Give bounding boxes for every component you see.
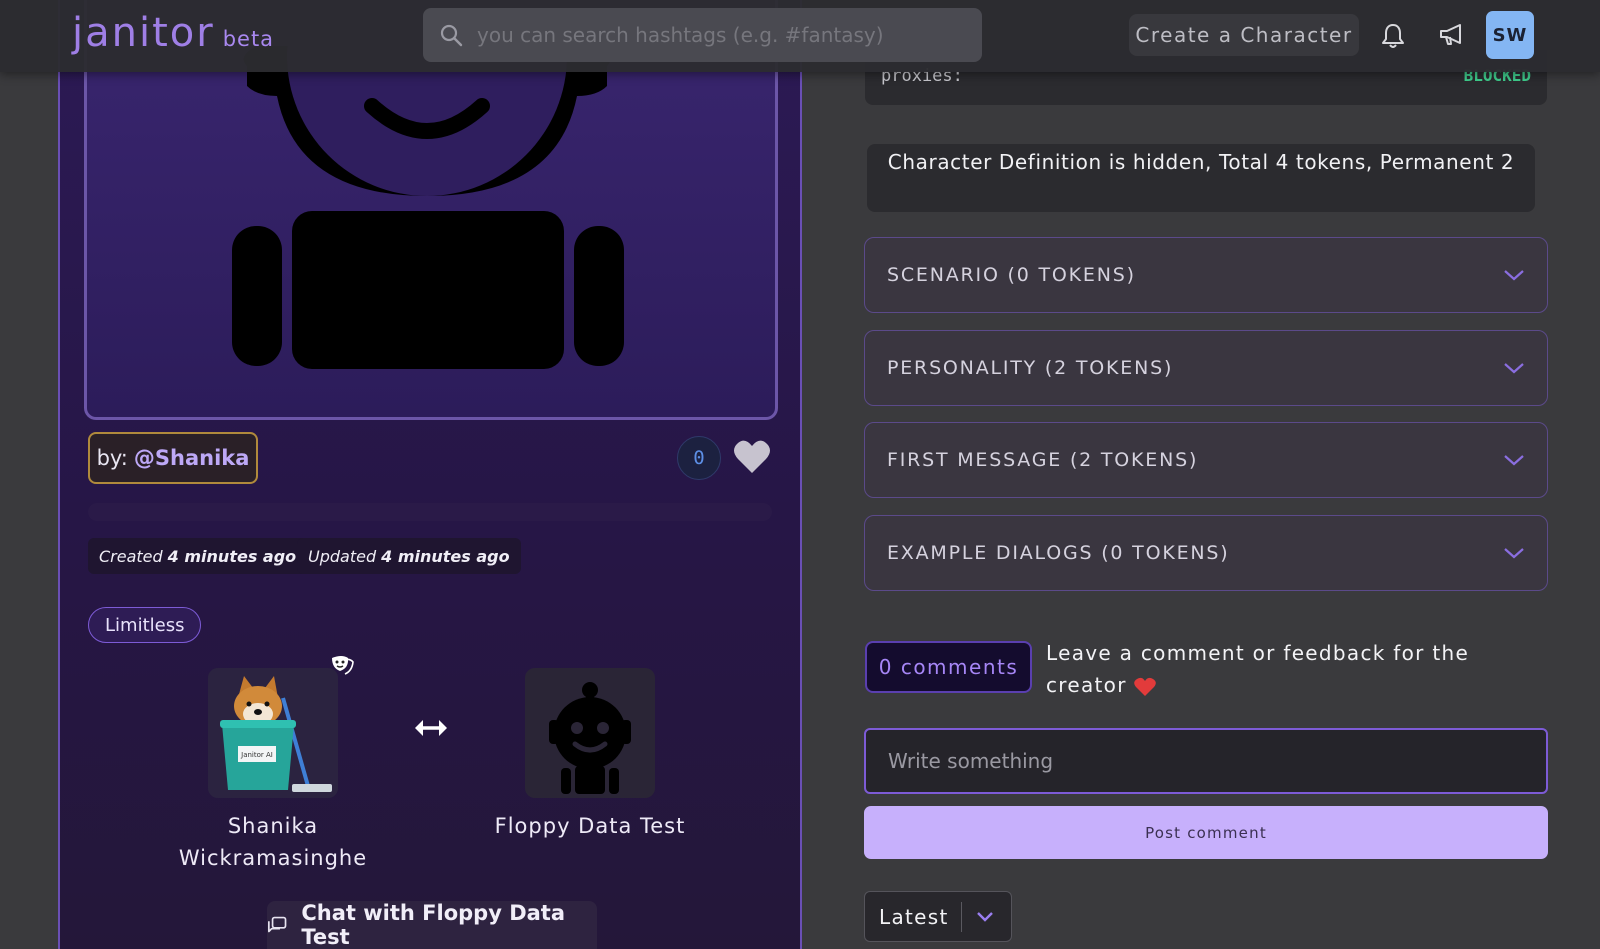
creator-handle[interactable]: @Shanika	[134, 446, 250, 470]
chevron-down-icon	[1504, 270, 1524, 281]
create-character-button[interactable]: Create a Character	[1129, 14, 1359, 56]
comment-prompt: Leave a comment or feedback for the crea…	[1046, 637, 1556, 701]
bot-avatar	[525, 668, 655, 798]
personality-label: PERSONALITY (2 TOKENS)	[887, 357, 1174, 379]
doge-mascot-image: Janitor AI	[208, 668, 338, 798]
persona-name: Shanika Wickramasinghe	[178, 814, 368, 870]
beta-badge: beta	[222, 27, 275, 51]
chevron-down-icon	[1504, 548, 1524, 559]
robot-icon	[525, 668, 655, 798]
svg-text:Janitor AI: Janitor AI	[240, 751, 273, 759]
rating-bar	[88, 503, 772, 521]
chat-bubble-icon	[268, 916, 287, 933]
heart-icon[interactable]	[732, 438, 772, 476]
comment-prompt-text: Leave a comment or feedback for the crea…	[1046, 641, 1470, 697]
chat-button-label: Chat with Floppy Data Test	[301, 901, 566, 949]
chevron-down-icon	[977, 911, 993, 922]
sort-selected: Latest	[879, 904, 949, 929]
bot-name: Floppy Data Test	[494, 814, 686, 838]
search-bar	[423, 8, 982, 62]
updated-prefix: Updated	[308, 546, 377, 566]
sort-select[interactable]: Latest	[864, 891, 1012, 942]
chevron-down-icon	[1504, 455, 1524, 466]
created-date: Created 4 minutes ago	[88, 538, 308, 574]
post-comment-button[interactable]: Post comment	[864, 806, 1548, 859]
scenario-label: SCENARIO (0 TOKENS)	[887, 264, 1136, 286]
persona-mask-icon	[332, 656, 354, 675]
updated-date: Updated 4 minutes ago	[297, 538, 521, 574]
definition-notice: Character Definition is hidden, Total 4 …	[867, 144, 1535, 212]
persona-avatar: Janitor AI	[208, 668, 338, 798]
user-avatar[interactable]: SW	[1486, 11, 1534, 59]
creator-tag[interactable]: by: @Shanika	[88, 432, 258, 484]
like-count: 0	[677, 436, 721, 480]
chevron-down-icon	[1504, 363, 1524, 374]
updated-value: 4 minutes ago	[381, 546, 510, 566]
comment-input[interactable]	[864, 728, 1548, 794]
personality-section[interactable]: PERSONALITY (2 TOKENS)	[864, 330, 1548, 406]
comments-count-button[interactable]: 0 comments	[865, 641, 1032, 693]
top-nav: janitor beta Create a Character SW	[0, 0, 1600, 72]
chat-button[interactable]: Chat with Floppy Data Test	[267, 901, 597, 949]
megaphone-icon[interactable]	[1438, 22, 1466, 48]
first-message-section[interactable]: FIRST MESSAGE (2 TOKENS)	[864, 422, 1548, 498]
sort-divider	[961, 901, 962, 932]
scenario-section[interactable]: SCENARIO (0 TOKENS)	[864, 237, 1548, 313]
example-dialogs-label: EXAMPLE DIALOGS (0 TOKENS)	[887, 542, 1230, 564]
first-message-label: FIRST MESSAGE (2 TOKENS)	[887, 449, 1199, 471]
example-dialogs-section[interactable]: EXAMPLE DIALOGS (0 TOKENS)	[864, 515, 1548, 591]
created-value: 4 minutes ago	[167, 546, 297, 566]
swap-arrows-icon	[415, 720, 447, 736]
bell-icon[interactable]	[1380, 22, 1406, 50]
character-card: by: @Shanika 0 Created 4 minutes ago Upd…	[58, 0, 802, 949]
red-heart-icon	[1134, 677, 1157, 696]
search-icon	[440, 24, 463, 47]
creator-prefix: by:	[96, 446, 128, 470]
tag-limitless[interactable]: Limitless	[88, 607, 202, 643]
site-logo[interactable]: janitor beta	[72, 10, 274, 56]
logo-wordmark: janitor	[72, 10, 215, 56]
created-prefix: Created	[99, 546, 163, 566]
search-input[interactable]	[477, 23, 957, 47]
